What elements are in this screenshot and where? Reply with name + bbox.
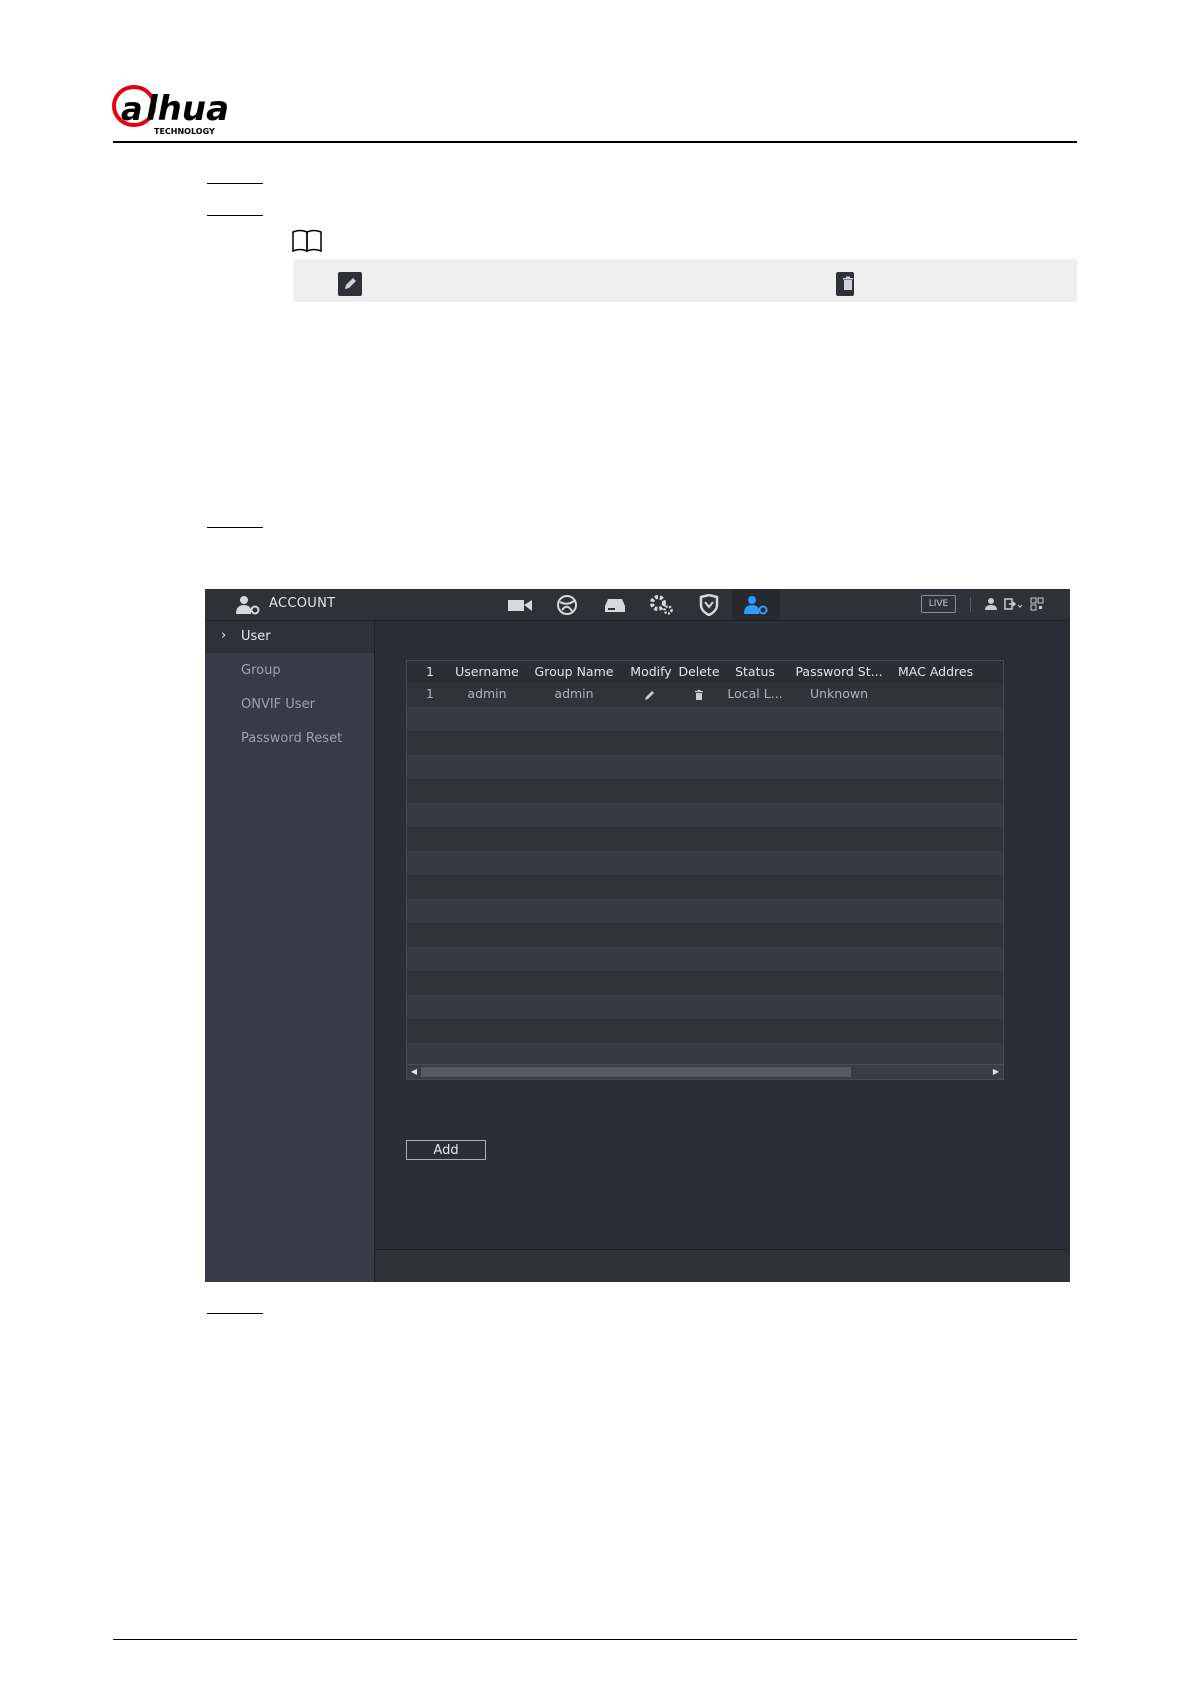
add-user-button[interactable]: Add: [406, 1140, 486, 1160]
logout-dropdown-icon[interactable]: [1004, 597, 1024, 611]
cell-username: admin: [467, 686, 507, 701]
horizontal-scrollbar[interactable]: ◀ ▶: [407, 1064, 1003, 1079]
table-row-stripe: [407, 731, 1003, 755]
table-row-stripe: [407, 755, 1003, 779]
storage-icon[interactable]: [600, 593, 630, 617]
svg-text:lhua: lhua: [146, 89, 229, 129]
user-table: 1 Username Group Name Modify Delete Stat…: [406, 660, 1004, 1080]
sidebar: › User Group ONVIF User Password Reset: [205, 621, 375, 1282]
network-globe-icon[interactable]: [552, 593, 582, 617]
column-header-password-strength[interactable]: Password St...: [792, 664, 886, 679]
table-row-stripe: [407, 779, 1003, 803]
column-header-group-name[interactable]: Group Name: [531, 664, 617, 679]
live-button[interactable]: LIVE: [921, 595, 956, 613]
scrollbar-thumb[interactable]: [421, 1067, 851, 1077]
note-box: [293, 259, 1077, 302]
table-row-stripe: [407, 899, 1003, 923]
cell-status: Local L...: [727, 686, 783, 701]
system-settings-icon[interactable]: [647, 593, 677, 617]
camera-icon[interactable]: [505, 593, 535, 617]
svg-text:TECHNOLOGY: TECHNOLOGY: [154, 127, 215, 136]
sidebar-item-label: ONVIF User: [241, 697, 315, 712]
sidebar-item-label: Group: [241, 663, 281, 678]
table-row-stripe: [407, 875, 1003, 899]
scroll-right-arrow-icon[interactable]: ▶: [989, 1065, 1003, 1079]
delete-trash-icon: [836, 272, 854, 296]
cell-password-strength: Unknown: [809, 686, 869, 701]
step-marker: [207, 1313, 263, 1314]
security-shield-icon[interactable]: [694, 593, 724, 617]
sidebar-item-user[interactable]: › User: [205, 621, 374, 653]
sidebar-item-onvif-user[interactable]: ONVIF User: [205, 689, 374, 721]
delete-trash-icon[interactable]: [691, 687, 707, 703]
modify-pencil-icon: [338, 272, 362, 296]
account-active-icon[interactable]: [741, 593, 771, 617]
step-marker: [207, 215, 263, 216]
table-row-stripe: [407, 827, 1003, 851]
column-header-status[interactable]: Status: [727, 664, 783, 679]
table-row-stripe: [407, 995, 1003, 1019]
sidebar-item-label: User: [241, 629, 271, 644]
table-row-stripe: [407, 1019, 1003, 1043]
column-header-index: 1: [426, 664, 434, 679]
table-header: 1 Username Group Name Modify Delete Stat…: [407, 661, 1003, 683]
cell-index: 1: [426, 686, 434, 701]
note-book-icon: [292, 229, 322, 253]
step-marker: [207, 183, 263, 184]
sidebar-item-group[interactable]: Group: [205, 655, 374, 687]
table-row[interactable]: 1 admin admin Local L... Unknown: [407, 683, 1003, 707]
toolbar-divider: [970, 597, 971, 612]
svg-text:a: a: [121, 90, 143, 128]
table-row-stripe: [407, 923, 1003, 947]
dahua-logo: a lhua TECHNOLOGY: [112, 85, 229, 136]
account-user-screenshot: ACCOUNT LIVE › User Group ONVIF User Pas…: [205, 589, 1070, 1282]
table-row-stripe: [407, 947, 1003, 971]
section-title: ACCOUNT: [269, 596, 336, 611]
top-bar: ACCOUNT LIVE: [205, 589, 1070, 621]
account-icon: [236, 596, 260, 615]
column-header-modify: Modify: [630, 664, 672, 679]
modify-pencil-icon[interactable]: [642, 687, 658, 703]
footer-rule: [113, 1639, 1077, 1640]
cell-group-name: admin: [554, 686, 594, 701]
column-header-delete: Delete: [678, 664, 720, 679]
column-header-mac-address[interactable]: MAC Addres: [898, 664, 1003, 679]
column-header-username[interactable]: Username: [451, 664, 523, 679]
chevron-right-icon: ›: [221, 628, 227, 643]
table-row-stripe: [407, 803, 1003, 827]
step-marker: [207, 527, 263, 528]
user-icon[interactable]: [984, 597, 998, 611]
qr-code-icon[interactable]: [1030, 597, 1044, 611]
sidebar-item-label: Password Reset: [241, 731, 343, 746]
content-footer-bar: [375, 1249, 1070, 1282]
header-rule: [113, 141, 1077, 143]
table-row-stripe: [407, 971, 1003, 995]
sidebar-item-password-reset[interactable]: Password Reset: [205, 723, 374, 755]
scroll-left-arrow-icon[interactable]: ◀: [407, 1065, 421, 1079]
table-row-stripe: [407, 707, 1003, 731]
table-row-stripe: [407, 851, 1003, 875]
